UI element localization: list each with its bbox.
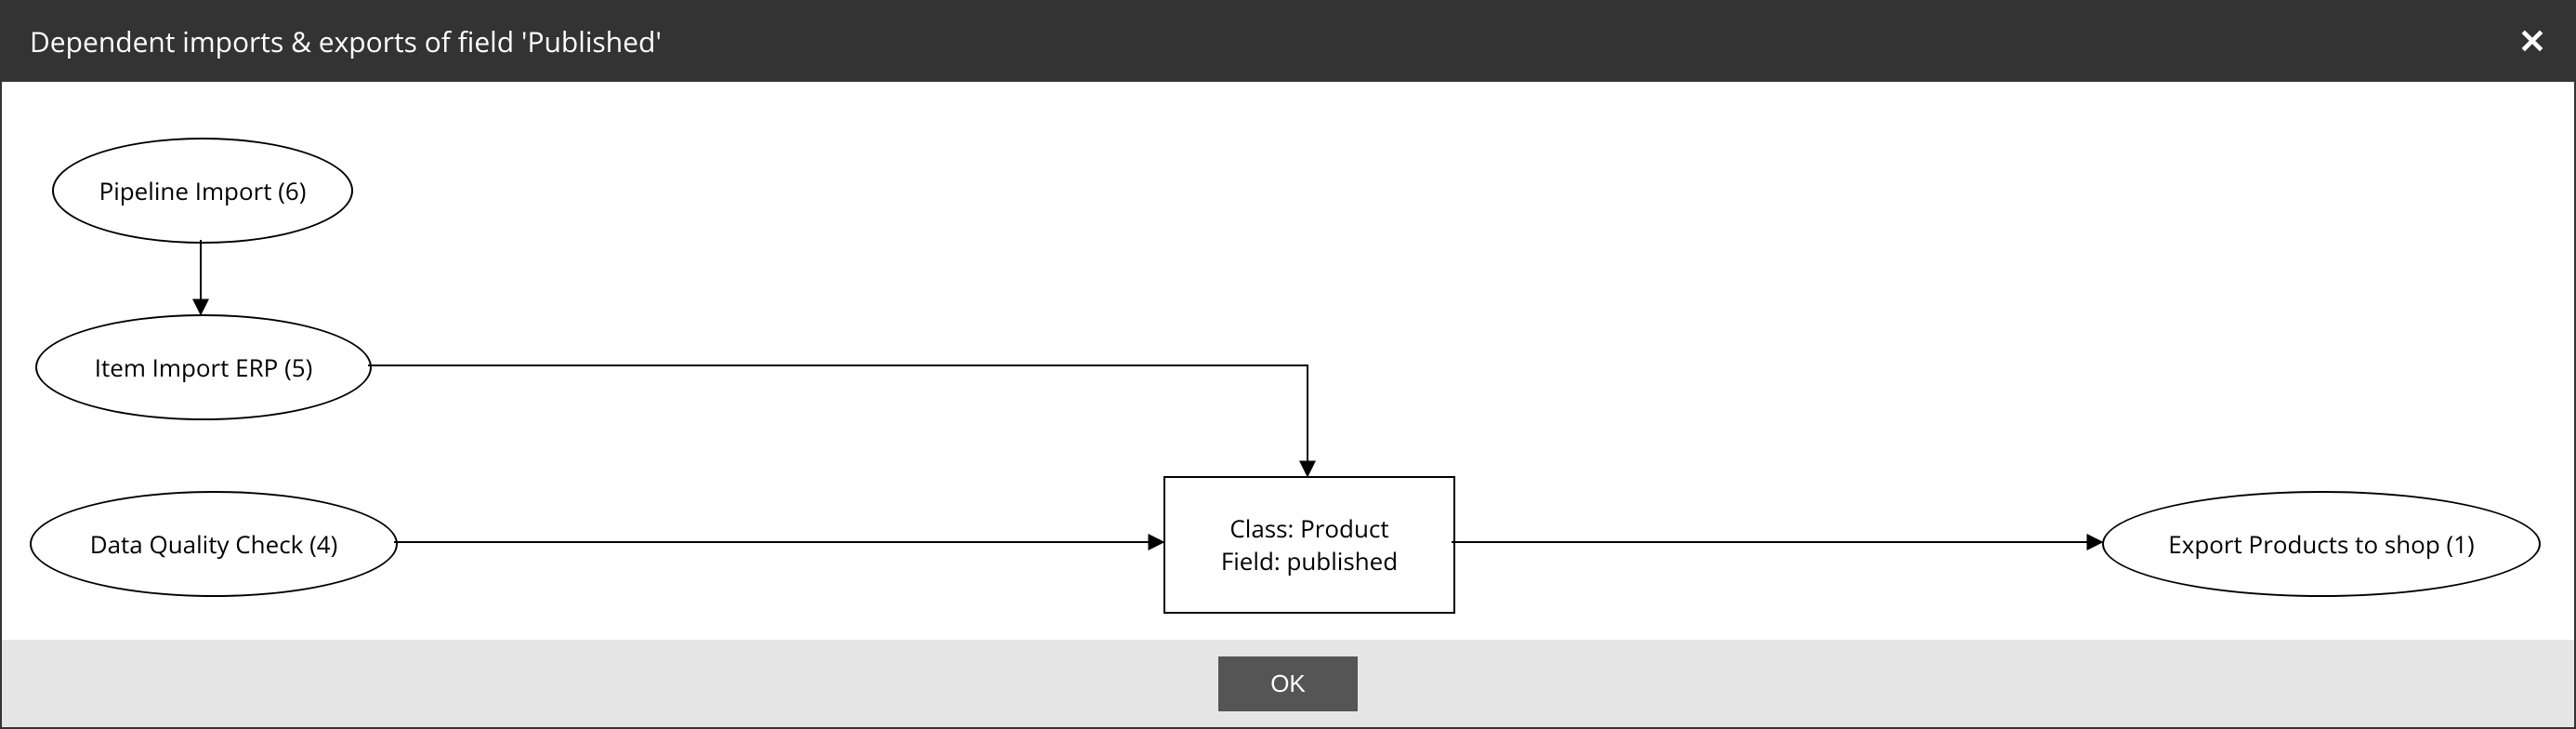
node-label: Pipeline Import (6) xyxy=(99,174,307,207)
node-class-product[interactable]: Class: Product Field: published xyxy=(1163,476,1455,614)
node-export-products[interactable]: Export Products to shop (1) xyxy=(2102,491,2541,597)
dialog-title: Dependent imports & exports of field 'Pu… xyxy=(30,22,662,60)
node-data-quality-check[interactable]: Data Quality Check (4) xyxy=(30,491,398,597)
diagram-canvas: Pipeline Import (6) Item Import ERP (5) … xyxy=(2,82,2574,640)
node-item-import-erp[interactable]: Item Import ERP (5) xyxy=(35,314,372,420)
edge-item-to-center xyxy=(368,365,1308,476)
node-pipeline-import[interactable]: Pipeline Import (6) xyxy=(52,138,353,244)
dialog-footer: OK xyxy=(2,640,2574,727)
node-line2: Field: published xyxy=(1221,545,1398,577)
node-label: Item Import ERP (5) xyxy=(95,351,313,384)
node-line1: Class: Product xyxy=(1229,512,1388,545)
close-icon[interactable]: ✕ xyxy=(2518,24,2546,58)
dialog-frame: Dependent imports & exports of field 'Pu… xyxy=(0,0,2576,729)
node-label: Data Quality Check (4) xyxy=(90,527,338,561)
ok-button[interactable]: OK xyxy=(1218,656,1358,711)
dialog-header: Dependent imports & exports of field 'Pu… xyxy=(2,0,2574,82)
node-label: Export Products to shop (1) xyxy=(2168,527,2474,561)
